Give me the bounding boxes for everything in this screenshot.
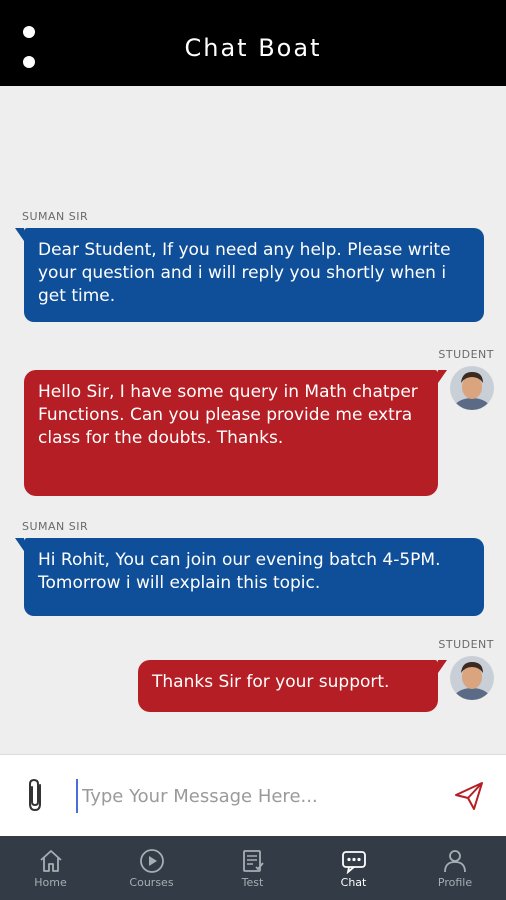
chat-icon: [341, 851, 366, 874]
paperclip-icon[interactable]: [20, 777, 50, 815]
outgoing-message: Hello Sir, I have some query in Math cha…: [24, 370, 447, 496]
incoming-message: Hi Rohit, You can join our evening batch…: [15, 538, 484, 616]
tab-label: Courses: [129, 876, 174, 889]
send-icon[interactable]: [452, 779, 486, 813]
tab-label: Chat: [340, 876, 367, 889]
app-header: Chat Boat: [0, 0, 506, 86]
tab-chat[interactable]: Chat: [303, 836, 404, 900]
tab-label: Test: [241, 876, 264, 889]
avatar[interactable]: [450, 366, 494, 410]
avatar[interactable]: [450, 656, 494, 700]
tab-test[interactable]: Test: [202, 836, 303, 900]
message-sender: SUMAN SIR: [22, 520, 89, 533]
message-sender: STUDENT: [438, 348, 494, 361]
test-icon: [242, 850, 264, 872]
outgoing-message: Thanks Sir for your support.: [138, 660, 447, 712]
message-sender: STUDENT: [438, 638, 494, 651]
tab-label: Profile: [437, 876, 473, 889]
play-icon: [139, 849, 164, 873]
message-composer: [0, 754, 506, 836]
bottom-tab-bar: Home Courses Test Chat Profile: [0, 836, 506, 900]
page-title: Chat Boat: [184, 34, 322, 62]
profile-icon: [444, 850, 466, 873]
tab-home[interactable]: Home: [0, 836, 101, 900]
tab-courses[interactable]: Courses: [101, 836, 202, 900]
tab-label: Home: [34, 876, 67, 889]
message-sender: SUMAN SIR: [22, 210, 89, 223]
home-icon: [39, 850, 62, 872]
message-input[interactable]: [76, 779, 436, 813]
chat-thread[interactable]: SUMAN SIR Dear Student, If you need any …: [0, 86, 506, 754]
incoming-message: Dear Student, If you need any help. Plea…: [15, 228, 484, 322]
tab-profile[interactable]: Profile: [404, 836, 506, 900]
